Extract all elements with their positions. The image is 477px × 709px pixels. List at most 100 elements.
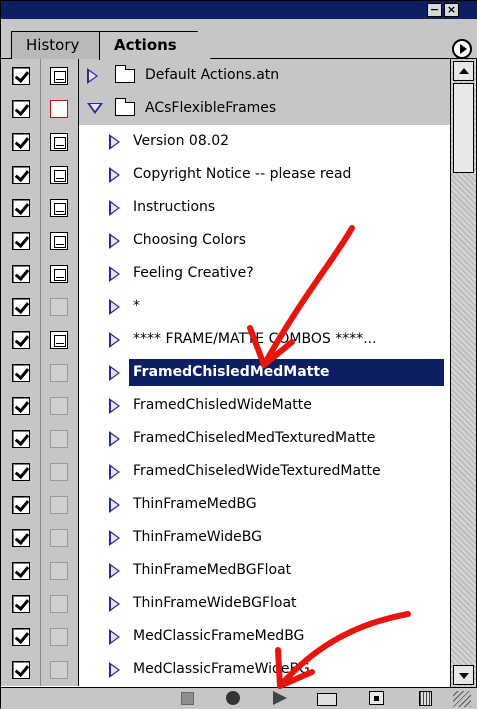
action-row[interactable]: Feeling Creative? bbox=[1, 257, 450, 290]
action-row[interactable]: ThinFrameMedBGFloat bbox=[1, 554, 450, 587]
action-set-item[interactable]: Default Actions.atn bbox=[79, 59, 450, 92]
stop-icon[interactable] bbox=[181, 692, 194, 705]
disclosure-closed-icon[interactable] bbox=[109, 134, 120, 150]
action-item[interactable]: Feeling Creative? bbox=[79, 257, 450, 290]
action-row[interactable]: Version 08.02 bbox=[1, 125, 450, 158]
disclosure-closed-icon[interactable] bbox=[109, 596, 120, 612]
resize-grip-icon[interactable] bbox=[453, 691, 471, 707]
toggle-checkbox[interactable] bbox=[12, 232, 30, 250]
action-item[interactable]: ThinFrameMedBGFloat bbox=[79, 554, 450, 587]
action-row[interactable]: ACsFlexibleFrames bbox=[1, 92, 450, 125]
toggle-checkbox[interactable] bbox=[12, 298, 30, 316]
action-item[interactable]: MedClassicFrameMedBG bbox=[79, 620, 450, 653]
dialog-toggle-icon[interactable] bbox=[50, 232, 68, 250]
dialog-toggle-icon[interactable] bbox=[50, 199, 68, 217]
action-item[interactable]: Version 08.02 bbox=[79, 125, 450, 158]
dialog-toggle-icon[interactable] bbox=[50, 463, 68, 481]
action-item[interactable]: Copyright Notice -- please read bbox=[79, 158, 450, 191]
disclosure-closed-icon[interactable] bbox=[109, 563, 120, 579]
scrollbar[interactable] bbox=[450, 59, 476, 687]
action-item[interactable]: ThinFrameWideBG bbox=[79, 521, 450, 554]
toggle-checkbox[interactable] bbox=[12, 166, 30, 184]
close-icon[interactable]: × bbox=[444, 3, 459, 17]
toggle-checkbox[interactable] bbox=[12, 628, 30, 646]
toggle-checkbox[interactable] bbox=[12, 529, 30, 547]
dialog-toggle-icon[interactable] bbox=[50, 133, 68, 151]
action-item[interactable]: MedClassicFrameWideBG bbox=[79, 653, 450, 686]
toggle-checkbox[interactable] bbox=[12, 397, 30, 415]
toggle-checkbox[interactable] bbox=[12, 265, 30, 283]
dialog-toggle-icon[interactable] bbox=[50, 100, 68, 118]
dialog-toggle-icon[interactable] bbox=[50, 331, 68, 349]
toggle-checkbox[interactable] bbox=[12, 364, 30, 382]
dialog-toggle-icon[interactable] bbox=[50, 430, 68, 448]
dialog-toggle-icon[interactable] bbox=[50, 265, 68, 283]
disclosure-closed-icon[interactable] bbox=[109, 431, 120, 447]
trash-icon[interactable] bbox=[419, 691, 432, 706]
dialog-toggle-icon[interactable] bbox=[50, 397, 68, 415]
action-row[interactable]: Choosing Colors bbox=[1, 224, 450, 257]
action-row[interactable]: Copyright Notice -- please read bbox=[1, 158, 450, 191]
scroll-thumb[interactable] bbox=[453, 83, 474, 173]
disclosure-closed-icon[interactable] bbox=[109, 497, 120, 513]
disclosure-closed-icon[interactable] bbox=[109, 266, 120, 282]
action-set-item[interactable]: ACsFlexibleFrames bbox=[79, 92, 450, 125]
minimize-icon[interactable]: − bbox=[427, 3, 442, 17]
action-item[interactable]: FramedChisledWideMatte bbox=[79, 389, 450, 422]
action-row[interactable]: FramedChisledMedMatte bbox=[1, 356, 450, 389]
action-item[interactable]: FramedChisledMedMatte bbox=[79, 356, 450, 389]
action-row[interactable]: ThinFrameWideBG bbox=[1, 521, 450, 554]
toggle-checkbox[interactable] bbox=[12, 595, 30, 613]
action-item[interactable]: Instructions bbox=[79, 191, 450, 224]
disclosure-closed-icon[interactable] bbox=[109, 662, 120, 678]
toggle-checkbox[interactable] bbox=[12, 430, 30, 448]
dialog-toggle-icon[interactable] bbox=[50, 298, 68, 316]
dialog-toggle-icon[interactable] bbox=[50, 364, 68, 382]
action-row[interactable]: Default Actions.atn bbox=[1, 59, 450, 92]
action-item[interactable]: FramedChiseledWideTexturedMatte bbox=[79, 455, 450, 488]
toggle-checkbox[interactable] bbox=[12, 67, 30, 85]
dialog-toggle-icon[interactable] bbox=[50, 562, 68, 580]
action-item[interactable]: **** FRAME/MATTE COMBOS ****... bbox=[79, 323, 450, 356]
dialog-toggle-icon[interactable] bbox=[50, 67, 68, 85]
action-item[interactable]: FramedChiseledMedTexturedMatte bbox=[79, 422, 450, 455]
action-row[interactable]: MedClassicFrameWideBG bbox=[1, 653, 450, 686]
toggle-checkbox[interactable] bbox=[12, 331, 30, 349]
action-row[interactable]: FramedChisledWideMatte bbox=[1, 389, 450, 422]
scroll-up-icon[interactable] bbox=[453, 61, 474, 81]
disclosure-closed-icon[interactable] bbox=[109, 332, 120, 348]
new-action-icon[interactable] bbox=[369, 691, 384, 705]
action-row[interactable]: Instructions bbox=[1, 191, 450, 224]
disclosure-closed-icon[interactable] bbox=[109, 365, 120, 381]
disclosure-closed-icon[interactable] bbox=[109, 464, 120, 480]
record-icon[interactable] bbox=[226, 691, 240, 705]
action-row[interactable]: FramedChiseledMedTexturedMatte bbox=[1, 422, 450, 455]
dialog-toggle-icon[interactable] bbox=[50, 595, 68, 613]
dialog-toggle-icon[interactable] bbox=[50, 628, 68, 646]
palette-menu-icon[interactable] bbox=[452, 39, 472, 59]
disclosure-open-icon[interactable] bbox=[87, 103, 103, 114]
toggle-checkbox[interactable] bbox=[12, 100, 30, 118]
tab-actions[interactable]: Actions bbox=[99, 31, 211, 60]
action-item[interactable]: * bbox=[79, 290, 450, 323]
action-row[interactable]: FramedChiseledWideTexturedMatte bbox=[1, 455, 450, 488]
dialog-toggle-icon[interactable] bbox=[50, 496, 68, 514]
action-item[interactable]: Choosing Colors bbox=[79, 224, 450, 257]
toggle-checkbox[interactable] bbox=[12, 463, 30, 481]
toggle-checkbox[interactable] bbox=[12, 496, 30, 514]
disclosure-closed-icon[interactable] bbox=[109, 629, 120, 645]
toggle-checkbox[interactable] bbox=[12, 661, 30, 679]
action-item[interactable]: ThinFrameMedBG bbox=[79, 488, 450, 521]
disclosure-closed-icon[interactable] bbox=[109, 233, 120, 249]
disclosure-closed-icon[interactable] bbox=[109, 530, 120, 546]
action-row[interactable]: MedClassicFrameMedBG bbox=[1, 620, 450, 653]
new-set-icon[interactable] bbox=[317, 693, 337, 706]
play-icon[interactable] bbox=[273, 691, 287, 705]
dialog-toggle-icon[interactable] bbox=[50, 166, 68, 184]
disclosure-closed-icon[interactable] bbox=[109, 167, 120, 183]
toggle-checkbox[interactable] bbox=[12, 562, 30, 580]
disclosure-closed-icon[interactable] bbox=[109, 398, 120, 414]
action-row[interactable]: ThinFrameWideBGFloat bbox=[1, 587, 450, 620]
disclosure-closed-icon[interactable] bbox=[109, 299, 120, 315]
disclosure-closed-icon[interactable] bbox=[109, 200, 120, 216]
